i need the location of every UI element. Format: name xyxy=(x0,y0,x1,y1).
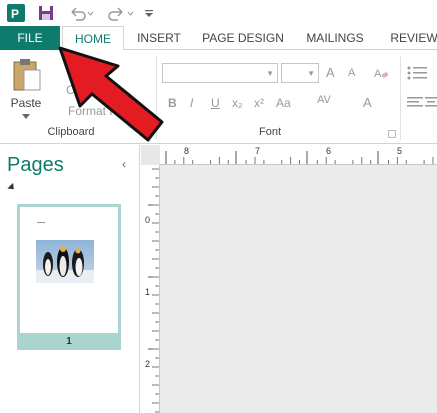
svg-text:P: P xyxy=(11,7,19,21)
font-size-combo[interactable]: ▼ xyxy=(281,63,319,83)
save-icon xyxy=(39,6,53,20)
svg-text:A: A xyxy=(374,68,382,80)
pages-pane: Pages ‹ 1 xyxy=(0,145,140,413)
tab-home[interactable]: HOME xyxy=(62,26,124,51)
save-button[interactable] xyxy=(36,3,56,23)
page-number: 1 xyxy=(66,336,72,347)
paste-dropdown-icon[interactable] xyxy=(22,114,30,120)
font-color-button[interactable]: A xyxy=(363,95,372,110)
customize-toolbar-button[interactable] xyxy=(142,3,156,23)
horizontal-ruler-ticks xyxy=(165,151,434,164)
ribbon-divider xyxy=(400,56,401,140)
redo-button[interactable] xyxy=(106,3,136,23)
paste-icon xyxy=(13,59,41,91)
font-group-label: Font xyxy=(258,126,281,138)
undo-icon xyxy=(71,7,94,21)
font-dialog-launcher-icon[interactable] xyxy=(388,130,396,138)
vertical-ruler[interactable]: 0 1 2 xyxy=(141,165,160,413)
tab-insert[interactable]: INSERT xyxy=(132,26,186,50)
tab-file[interactable]: FILE xyxy=(0,26,60,50)
thumbnail-text-line xyxy=(37,222,45,223)
chevron-down-icon: ▼ xyxy=(307,69,315,78)
copy-button[interactable]: Copy xyxy=(66,83,94,97)
penguins-image xyxy=(36,240,94,283)
align-center-icon[interactable] xyxy=(424,96,437,110)
ruler-label: 8 xyxy=(184,146,190,156)
superscript-button[interactable]: x² xyxy=(254,96,264,110)
ribbon-tabs: FILE HOME INSERT PAGE DESIGN MAILINGS RE… xyxy=(0,26,437,51)
ruler-label: 6 xyxy=(326,146,332,156)
ruler-corner xyxy=(141,145,160,165)
change-case-button[interactable]: Aa xyxy=(276,96,291,110)
collapse-pane-button[interactable]: ‹ xyxy=(122,157,126,171)
ribbon-home: Paste Copy Format Pa Clipboard ▼ ▼ A A A… xyxy=(0,50,437,144)
publisher-logo-icon: P xyxy=(6,3,26,23)
bold-button[interactable]: B xyxy=(168,96,177,110)
font-name-combo[interactable]: ▼ xyxy=(162,63,278,83)
ruler-label: 2 xyxy=(145,359,151,369)
pages-pane-title: Pages xyxy=(7,154,64,176)
horizontal-ruler[interactable]: 8 7 6 5 xyxy=(160,145,437,165)
tab-page-design[interactable]: PAGE DESIGN xyxy=(198,26,288,50)
chevron-down-icon: ▼ xyxy=(266,69,274,78)
bullets-icon[interactable] xyxy=(406,65,432,81)
clear-formatting-icon[interactable]: A xyxy=(373,65,389,81)
character-spacing-button[interactable]: AV xyxy=(317,94,331,106)
expand-section-icon[interactable] xyxy=(7,182,17,193)
tab-mailings[interactable]: MAILINGS xyxy=(298,26,372,50)
paste-label: Paste xyxy=(10,96,42,110)
grow-font-button[interactable]: A xyxy=(326,65,335,80)
vertical-ruler-ticks xyxy=(148,168,159,413)
workspace: 8 7 6 5 0 1 2 xyxy=(141,145,437,413)
ruler-label: 7 xyxy=(255,146,261,156)
ruler-label: 0 xyxy=(145,215,151,225)
page-thumbnail[interactable]: 1 xyxy=(17,204,121,350)
undo-button[interactable] xyxy=(66,3,96,23)
tab-review[interactable]: REVIEW xyxy=(384,26,437,50)
subscript-button[interactable]: x₂ xyxy=(232,96,243,110)
clipboard-group-label: Clipboard xyxy=(47,126,95,138)
quick-access-toolbar: P xyxy=(0,0,437,26)
italic-button[interactable]: I xyxy=(190,96,193,110)
ribbon-divider xyxy=(156,56,157,140)
underline-button[interactable]: U xyxy=(211,96,220,110)
ruler-label: 5 xyxy=(397,146,403,156)
page-canvas[interactable] xyxy=(160,165,437,413)
thumbnail-page xyxy=(20,207,118,333)
format-painter-button[interactable]: Format Pa xyxy=(68,104,124,118)
paste-button[interactable]: Paste xyxy=(6,56,46,132)
customize-toolbar-icon xyxy=(145,10,153,17)
redo-icon xyxy=(108,7,134,21)
shrink-font-button[interactable]: A xyxy=(348,67,355,79)
ruler-label: 1 xyxy=(145,287,151,297)
